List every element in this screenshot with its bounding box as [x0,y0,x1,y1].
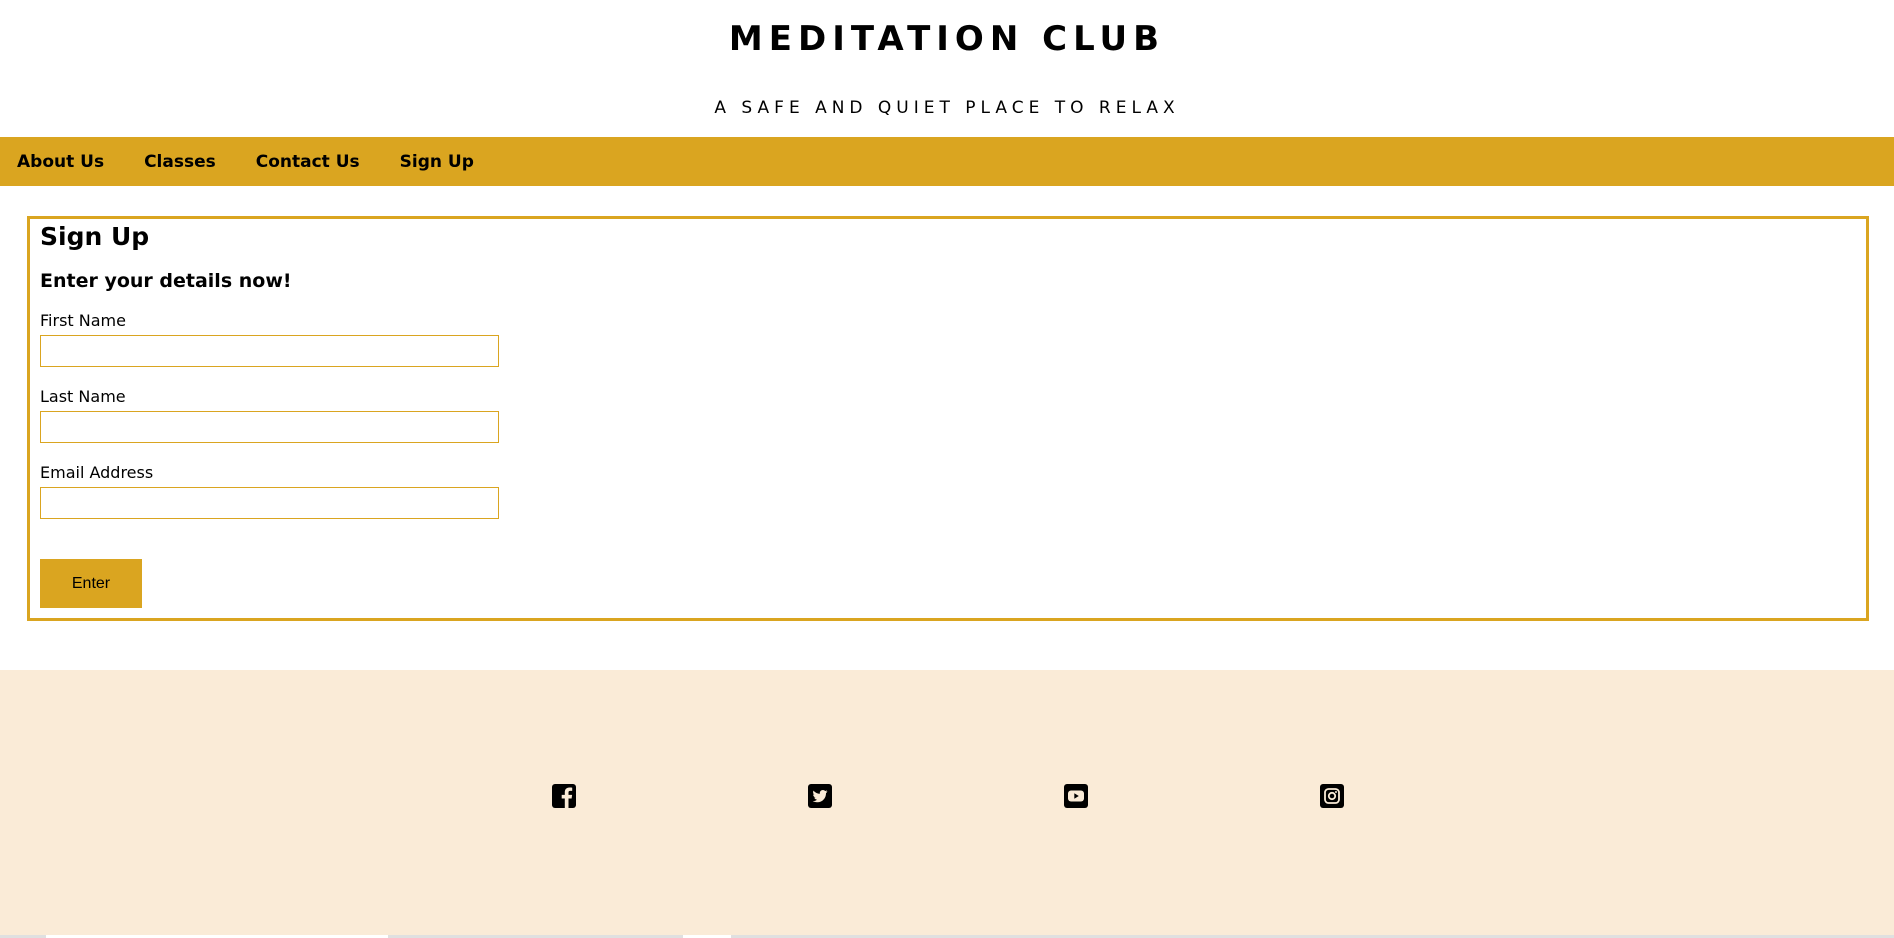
twitter-icon[interactable] [808,784,832,808]
site-title: MEDITATION CLUB [728,19,1166,59]
email-label: Email Address [40,463,154,482]
site-header: MEDITATION CLUB A SAFE AND QUIET PLACE T… [0,0,1894,137]
nav-item-contact-us[interactable]: Contact Us [256,151,360,173]
email-field[interactable] [40,487,499,519]
first-name-field[interactable] [40,335,499,367]
site-footer [0,670,1894,938]
signup-form-panel: Sign Up Enter your details now! First Na… [27,216,1869,621]
last-name-field[interactable] [40,411,499,443]
instagram-icon[interactable] [1320,784,1344,808]
signup-title: Sign Up [40,222,150,251]
nav-item-sign-up[interactable]: Sign Up [400,151,474,173]
first-name-label: First Name [40,311,126,330]
nav-item-about-us[interactable]: About Us [17,151,104,173]
main-nav: About Us Classes Contact Us Sign Up [0,137,1894,186]
facebook-icon[interactable] [552,784,576,808]
signup-subtitle: Enter your details now! [40,270,292,292]
nav-item-classes[interactable]: Classes [144,151,216,173]
enter-button[interactable]: Enter [40,559,142,608]
last-name-label: Last Name [40,387,126,406]
site-tagline: A SAFE AND QUIET PLACE TO RELAX [714,98,1180,118]
youtube-icon[interactable] [1064,784,1088,808]
